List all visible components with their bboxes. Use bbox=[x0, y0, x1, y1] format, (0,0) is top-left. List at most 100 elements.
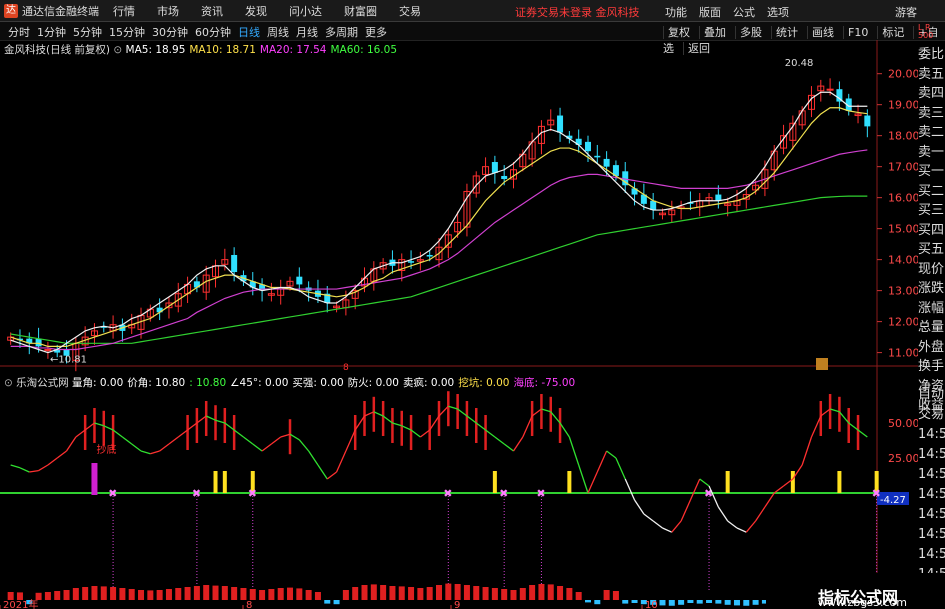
y-tick-label: 13.00 bbox=[888, 285, 918, 298]
sidebar-item[interactable]: 买三 bbox=[918, 201, 945, 221]
y-tick-label: 20.00 bbox=[888, 68, 918, 81]
tool-button[interactable]: 复权 bbox=[663, 26, 690, 39]
tool-button[interactable]: 统计 bbox=[771, 26, 798, 39]
osc-line-segment bbox=[699, 478, 710, 487]
bottom-bar bbox=[156, 590, 163, 600]
sidebar-item[interactable]: 卖一 bbox=[918, 143, 945, 163]
bottom-signal-label: 抄底 bbox=[96, 443, 116, 456]
period-tabs: 分时 1分钟 5分钟 15分钟 30分钟 60分钟 日线 周线 月线 多周期 更多 bbox=[8, 24, 394, 40]
sidebar-item[interactable]: 换手 bbox=[918, 357, 945, 377]
period-tab[interactable]: 多周期 bbox=[325, 26, 358, 39]
right-menu-item[interactable]: 选项 bbox=[767, 6, 789, 19]
osc-line-segment bbox=[550, 411, 561, 424]
period-tab[interactable]: 周线 bbox=[267, 26, 289, 39]
menu-item[interactable]: 资讯 bbox=[201, 5, 223, 18]
osc-line-segment bbox=[122, 436, 133, 445]
yellow-signal-bar bbox=[837, 471, 842, 493]
menu-item[interactable]: 问小达 bbox=[289, 5, 322, 18]
candle-body bbox=[650, 200, 657, 211]
marker-x-icon: ✖ bbox=[248, 487, 257, 500]
tool-button[interactable]: 叠加 bbox=[699, 26, 726, 39]
osc-line-segment bbox=[568, 436, 580, 466]
period-tab[interactable]: 15分钟 bbox=[109, 26, 145, 39]
sidebar2-item[interactable]: 14:56 bbox=[918, 505, 945, 525]
low-annotation: ←10.81 bbox=[50, 354, 87, 365]
menu-item[interactable]: 财富圈 bbox=[344, 5, 377, 18]
menu-item[interactable]: 交易 bbox=[399, 5, 421, 18]
osc-line-segment bbox=[103, 425, 114, 431]
login-notice[interactable]: 证券交易未登录 金风科技 bbox=[515, 4, 640, 20]
sidebar2-item[interactable]: 自动 bbox=[918, 385, 945, 405]
right-menu-item[interactable]: 公式 bbox=[733, 6, 755, 19]
osc-line-segment bbox=[578, 464, 589, 494]
sidebar-item[interactable]: 买四 bbox=[918, 221, 945, 241]
sidebar2-item[interactable]: 14:56 bbox=[918, 545, 945, 565]
candle-body bbox=[826, 88, 834, 91]
osc-line-segment bbox=[475, 422, 486, 431]
sidebar2-item[interactable]: 14:56 bbox=[918, 525, 945, 545]
tool-button[interactable]: 标记 bbox=[877, 26, 905, 39]
menu-item[interactable]: 发现 bbox=[245, 5, 267, 18]
osc-line-segment bbox=[736, 527, 747, 533]
period-tab[interactable]: 5分钟 bbox=[73, 26, 102, 39]
osc-line-segment bbox=[410, 429, 421, 438]
sidebar-item[interactable]: 买一 bbox=[918, 162, 945, 182]
sidebar-item[interactable]: 委比 bbox=[918, 45, 945, 65]
period-tab[interactable]: 月线 bbox=[296, 26, 318, 39]
osc-line-segment bbox=[308, 450, 319, 466]
candle-body bbox=[501, 175, 508, 180]
bottom-bar bbox=[314, 592, 321, 600]
osc-line-segment bbox=[419, 429, 431, 438]
tool-button[interactable]: 画线 bbox=[807, 26, 834, 39]
sidebar2-item[interactable]: 14:56 bbox=[918, 445, 945, 465]
menu-item[interactable]: 市场 bbox=[157, 5, 179, 18]
right-menu-item[interactable]: 版面 bbox=[699, 6, 721, 19]
period-tab[interactable]: 分时 bbox=[8, 26, 30, 39]
sidebar-item[interactable]: 买二 bbox=[918, 182, 945, 202]
sidebar-item[interactable]: 卖三 bbox=[918, 104, 945, 124]
menu-item[interactable]: 行情 bbox=[113, 5, 135, 18]
bottom-bar bbox=[268, 589, 275, 600]
sidebar-item[interactable]: 涨幅 bbox=[918, 299, 945, 319]
bottom-bar bbox=[138, 590, 145, 600]
tool-button[interactable]: 多股 bbox=[735, 26, 762, 39]
bottom-bar bbox=[277, 588, 284, 600]
sidebar-item[interactable]: 卖五 bbox=[918, 65, 945, 85]
sidebar-item[interactable]: 总量 bbox=[918, 318, 945, 338]
bottom-bar bbox=[417, 588, 424, 600]
osc-line-segment bbox=[215, 419, 226, 424]
sidebar2-item[interactable]: 14:56 bbox=[918, 465, 945, 485]
sidebar-item[interactable]: 买五 bbox=[918, 240, 945, 260]
period-tab[interactable]: 60分钟 bbox=[195, 26, 231, 39]
guest-button[interactable]: 游客 bbox=[895, 4, 917, 20]
ma5-line bbox=[10, 91, 868, 354]
sidebar-item[interactable]: 现价 bbox=[918, 260, 945, 280]
y-tick-label: 15.00 bbox=[888, 223, 918, 236]
osc-line-segment bbox=[364, 411, 375, 417]
sidebar2-item[interactable]: 交易 bbox=[918, 405, 945, 425]
period-tab[interactable]: 日线 bbox=[238, 26, 260, 39]
sidebar-item[interactable]: 外盘 bbox=[918, 338, 945, 358]
app-logo-icon: 达 bbox=[4, 3, 18, 18]
bottom-bar bbox=[128, 589, 135, 600]
sidebar2-item[interactable]: 14:56 bbox=[918, 485, 945, 505]
sidebar-item[interactable]: 涨跌 bbox=[918, 279, 945, 299]
tool-button[interactable]: F10 bbox=[843, 26, 869, 39]
kline-chart[interactable]: 11.00 12.00 13.00 14.00 15.00 16.00 17.00 18.00… bbox=[0, 40, 918, 609]
sidebar-item[interactable]: 卖四 bbox=[918, 84, 945, 104]
osc-line-segment bbox=[373, 411, 384, 417]
period-tab[interactable]: 30分钟 bbox=[152, 26, 188, 39]
yellow-signal-bar bbox=[725, 471, 730, 493]
right-menu-item[interactable]: 功能 bbox=[665, 6, 687, 19]
bottom-bar bbox=[501, 589, 508, 600]
period-tab[interactable]: 1分钟 bbox=[37, 26, 66, 39]
sidebar2-item[interactable]: 14:56 bbox=[918, 425, 945, 445]
bottom-bar bbox=[584, 600, 591, 603]
bottom-bar bbox=[63, 590, 70, 600]
period-toolbar: 分时 1分钟 5分钟 15分钟 30分钟 60分钟 日线 周线 月线 多周期 更多 复权 叠加 多股 统计… bbox=[0, 22, 945, 55]
period-tab[interactable]: 更多 bbox=[365, 26, 387, 39]
y-tick-label: 19.00 bbox=[888, 99, 918, 112]
candle-body bbox=[594, 155, 601, 158]
sidebar-item[interactable]: 卖二 bbox=[918, 123, 945, 143]
bottom-bar bbox=[510, 590, 517, 600]
